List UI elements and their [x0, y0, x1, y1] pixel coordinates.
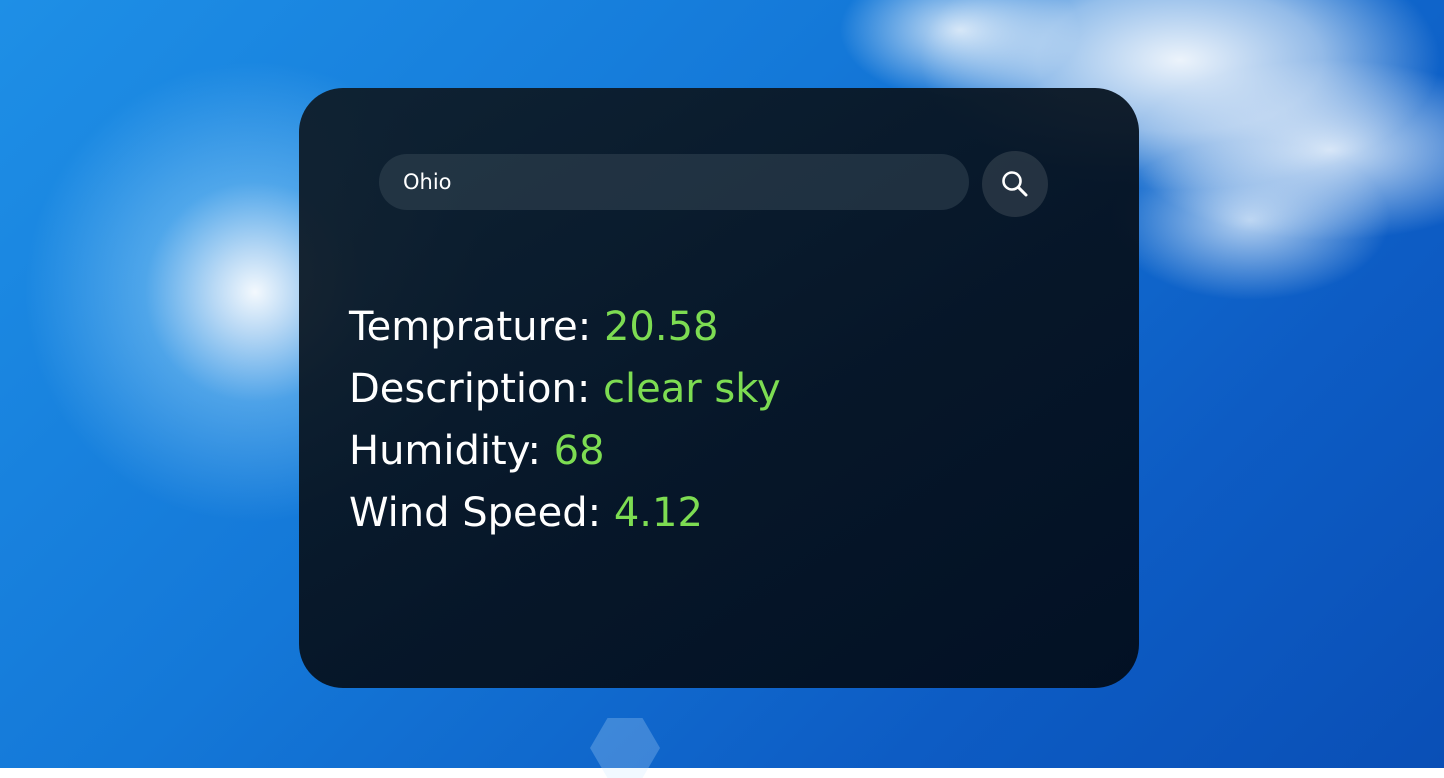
weather-card: Temprature: 20.58 Description: clear sky…	[299, 88, 1139, 688]
search-bar	[379, 151, 1049, 217]
temperature-value: 20.58	[603, 304, 719, 350]
search-icon	[1002, 171, 1028, 197]
wind-speed-label: Wind Speed:	[349, 490, 614, 536]
wind-speed-value: 4.12	[613, 490, 703, 536]
description-value: clear sky	[603, 366, 781, 412]
temperature-label: Temprature:	[349, 304, 604, 350]
description-label: Description:	[349, 366, 604, 412]
humidity-row: Humidity: 68	[349, 420, 781, 482]
humidity-value: 68	[553, 428, 605, 474]
humidity-label: Humidity:	[349, 428, 554, 474]
wind-speed-row: Wind Speed: 4.12	[349, 482, 781, 544]
search-button[interactable]	[982, 151, 1048, 217]
temperature-row: Temprature: 20.58	[349, 296, 781, 358]
city-search-input[interactable]	[379, 154, 969, 210]
description-row: Description: clear sky	[349, 358, 781, 420]
weather-details: Temprature: 20.58 Description: clear sky…	[349, 296, 781, 544]
